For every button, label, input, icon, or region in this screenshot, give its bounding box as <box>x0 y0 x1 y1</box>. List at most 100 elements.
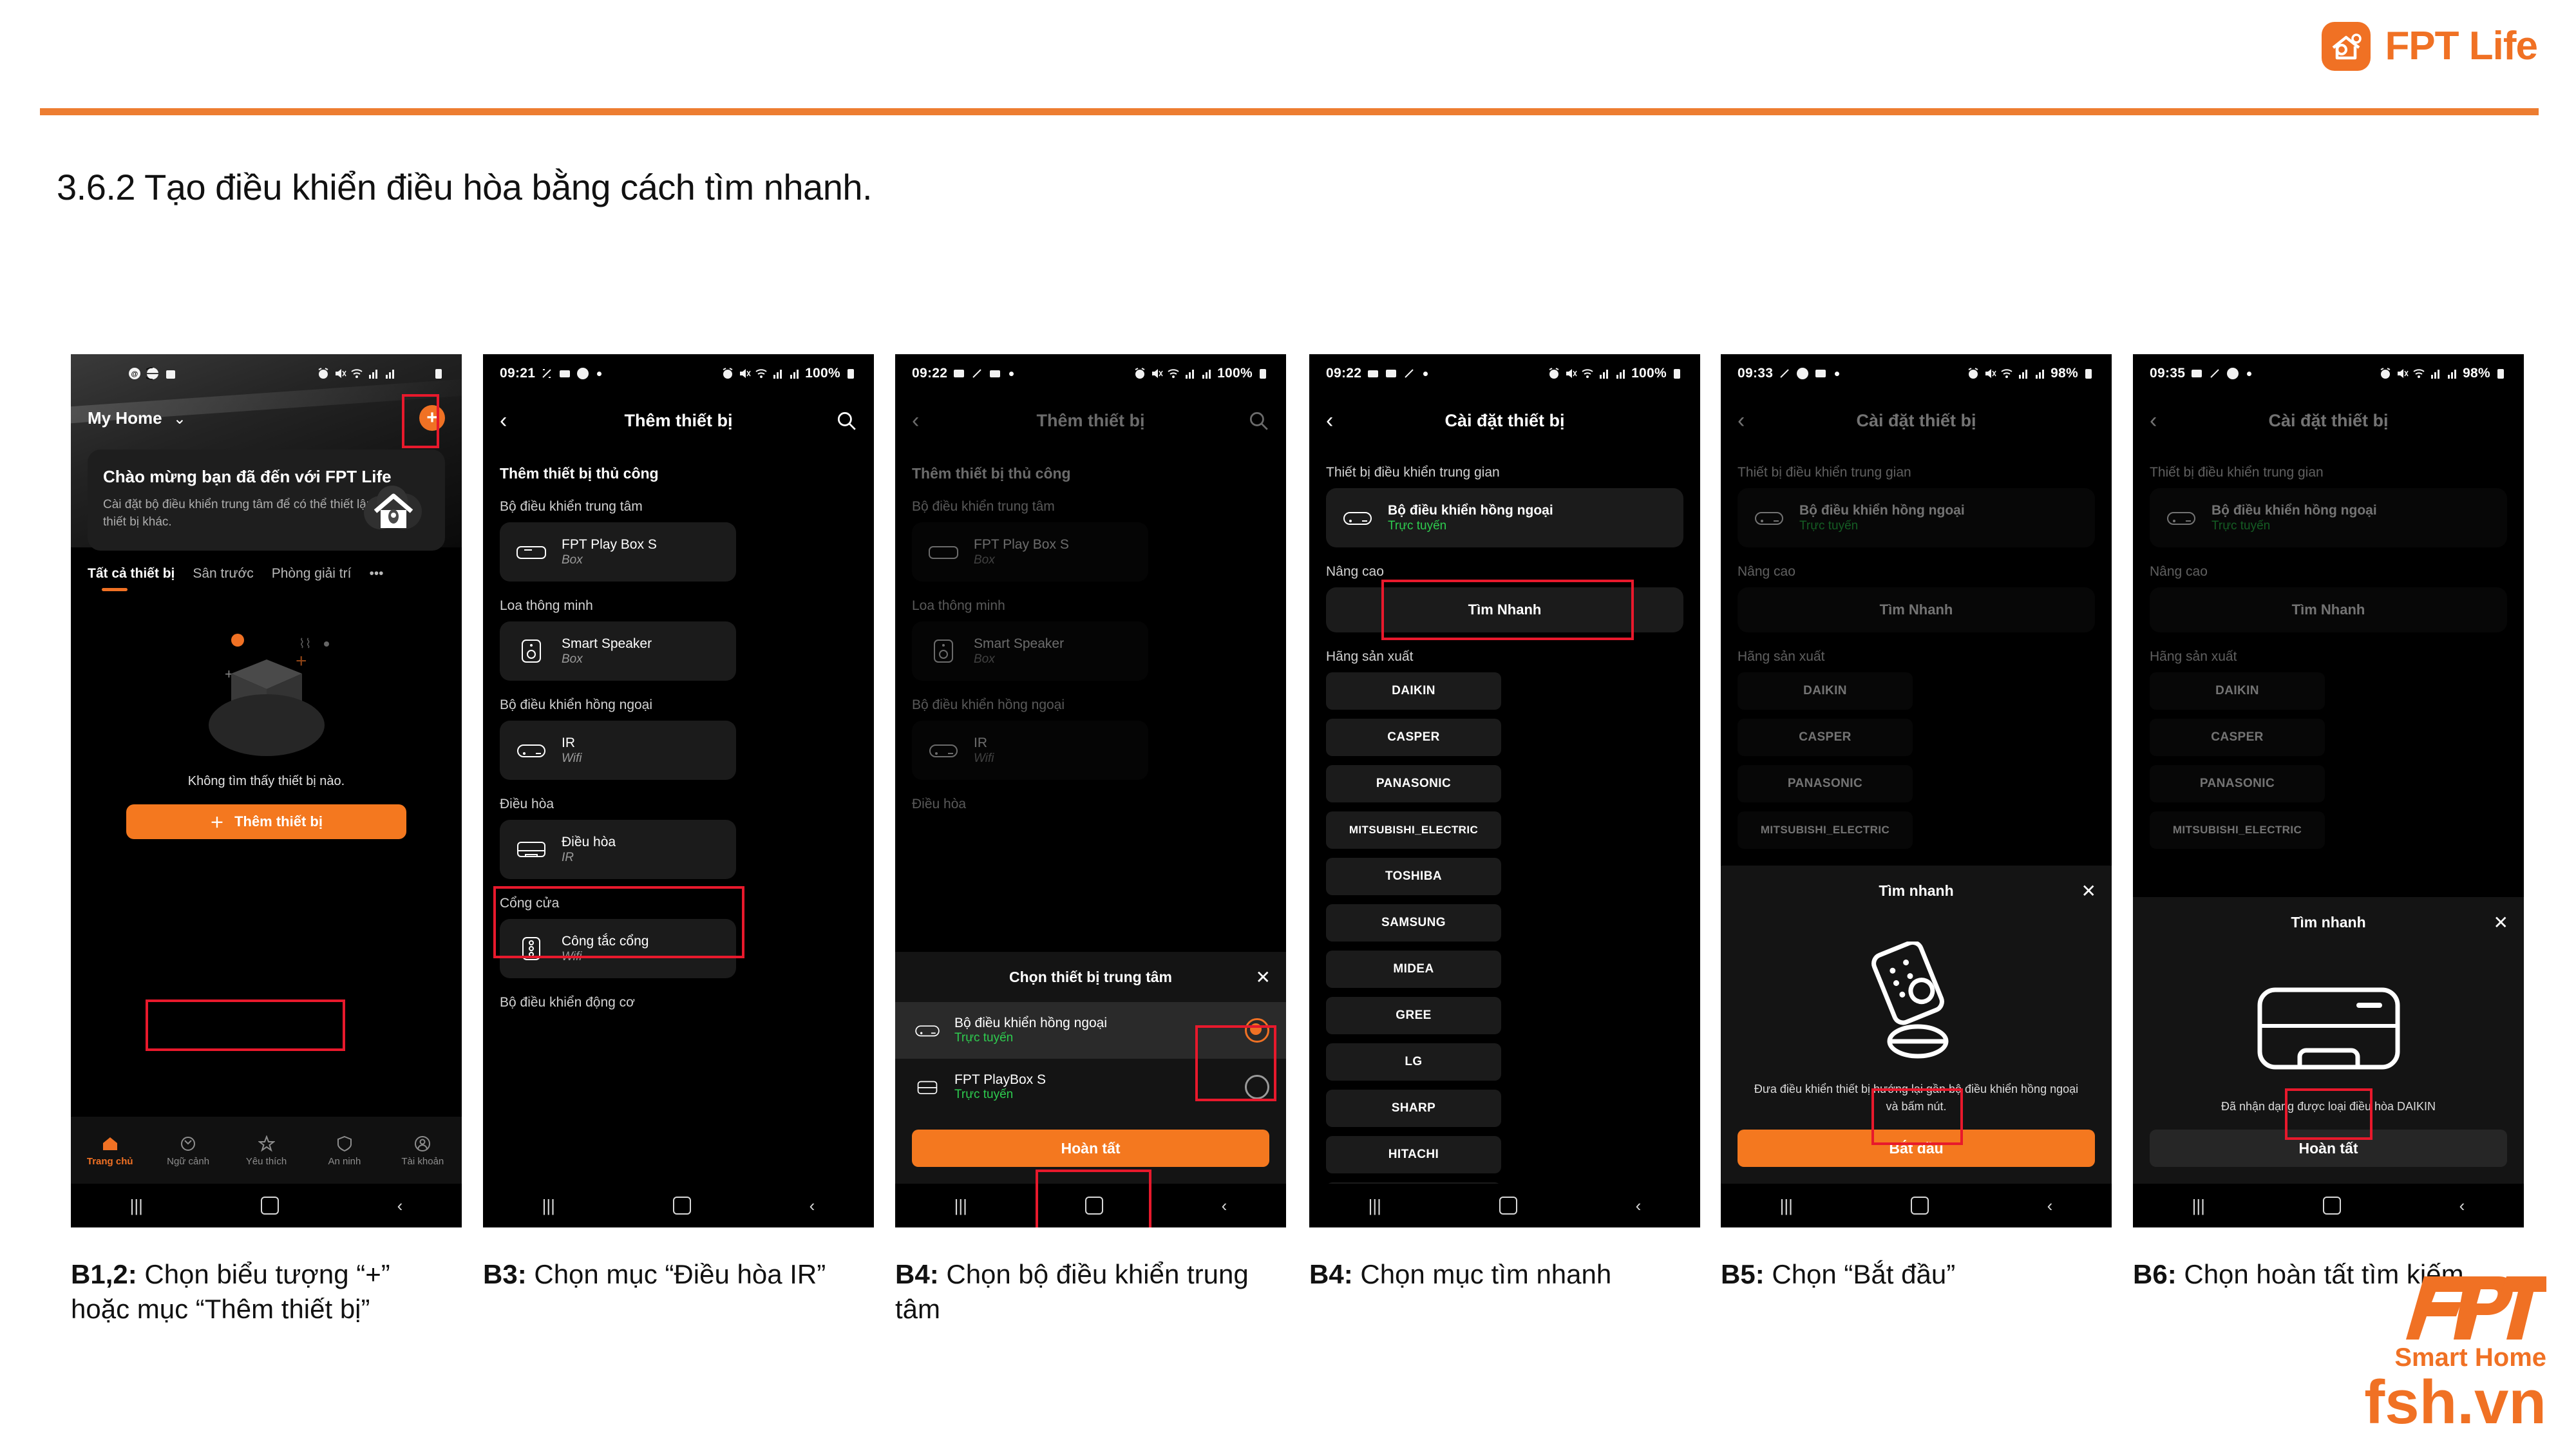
home-name-dropdown[interactable]: My Home ⌄ <box>88 408 186 428</box>
battery-icon <box>1674 369 1680 379</box>
recents-icon[interactable]: ||| <box>542 1196 555 1216</box>
home-nav-icon[interactable] <box>2323 1197 2342 1215</box>
brand-button[interactable]: CASPER <box>2150 719 2325 756</box>
quick-search-label: Tìm Nhanh <box>2291 601 2365 618</box>
brand-button[interactable]: MITSUBISHI_ELECTRIC <box>2150 811 2325 849</box>
sheet-finish-button[interactable]: Hoàn tất <box>2150 1130 2507 1167</box>
brand-button[interactable]: DAIKIN <box>1326 672 1501 710</box>
hub-row-status: Trực tuyến <box>954 1031 1014 1045</box>
close-icon[interactable]: ✕ <box>2494 912 2508 933</box>
brand-button[interactable]: PANASONIC <box>1326 765 1501 802</box>
brand-button[interactable]: MITSUBISHI_ELECTRIC <box>1326 811 1501 849</box>
caption-text: Chọn mục “Điều hòa IR” <box>526 1259 826 1289</box>
tab-home[interactable]: Trang chủ <box>71 1134 149 1167</box>
sheet-start-button[interactable]: Bắt đầu <box>1738 1130 2095 1167</box>
brand-button[interactable]: PANASONIC <box>1738 765 1913 802</box>
close-icon[interactable]: ✕ <box>2081 880 2096 902</box>
add-device-button[interactable]: ＋ Thêm thiết bị <box>126 804 406 839</box>
sheet-confirm-button[interactable]: Hoàn tất <box>912 1130 1269 1167</box>
brand-button[interactable]: CASPER <box>1738 719 1913 756</box>
quick-search-button[interactable]: Tìm Nhanh <box>1326 587 1683 632</box>
add-device-fab[interactable]: + <box>419 405 445 431</box>
recents-icon[interactable]: ||| <box>1368 1196 1381 1216</box>
room-tab-active-underline <box>102 587 128 591</box>
hub-row-playbox[interactable]: FPT PlayBox S Trực tuyến <box>895 1059 1286 1115</box>
device-card-ir[interactable]: IR Wifi <box>912 721 1148 780</box>
device-card-fpt-play-box[interactable]: FPT Play Box S Box <box>912 522 1148 582</box>
back-icon[interactable]: ‹ <box>1326 410 1348 431</box>
recents-icon[interactable]: ||| <box>2192 1196 2205 1216</box>
hub-card[interactable]: Bộ điều khiển hồng ngoại Trực tuyến <box>2150 488 2507 547</box>
back-nav-icon[interactable]: ‹ <box>1222 1196 1227 1216</box>
hub-name: Bộ điều khiển hồng ngoại <box>2211 502 2377 518</box>
home-nav-icon[interactable] <box>1085 1197 1104 1215</box>
speaker-icon <box>934 639 953 663</box>
home-nav-icon[interactable] <box>261 1197 279 1215</box>
search-icon[interactable] <box>1247 410 1269 431</box>
tab-account[interactable]: Tài khoản <box>384 1134 462 1167</box>
device-card-ir[interactable]: IR Wifi <box>500 721 736 780</box>
hub-card[interactable]: Bộ điều khiển hồng ngoại Trực tuyến <box>1326 488 1683 547</box>
brand-button[interactable]: SHARP <box>1326 1090 1501 1127</box>
brand-button[interactable]: HITACHI <box>1326 1136 1501 1173</box>
brand-button[interactable]: MIDEA <box>1326 951 1501 988</box>
battery-icon <box>848 369 854 379</box>
home-nav-icon[interactable] <box>673 1197 692 1215</box>
back-nav-icon[interactable]: ‹ <box>2047 1196 2053 1216</box>
radio-button-selected[interactable] <box>1245 1018 1269 1043</box>
hub-picker-sheet: Chọn thiết bị trung tâm ✕ Bộ điều khiển … <box>895 952 1286 1184</box>
home-nav-icon[interactable] <box>1911 1197 1929 1215</box>
back-icon[interactable]: ‹ <box>912 410 934 431</box>
brand-button[interactable]: DAIKIN <box>1738 672 1913 710</box>
brand-button[interactable]: SAMSUNG <box>1326 904 1501 942</box>
back-nav-icon[interactable]: ‹ <box>1636 1196 1642 1216</box>
home-nav-icon[interactable] <box>1499 1197 1518 1215</box>
quick-search-button[interactable]: Tìm Nhanh <box>2150 587 2507 632</box>
quick-search-button[interactable]: Tìm Nhanh <box>1738 587 2095 632</box>
recents-icon[interactable]: ||| <box>1780 1196 1793 1216</box>
battery-icon <box>435 369 442 379</box>
tab-security[interactable]: An ninh <box>305 1134 383 1167</box>
room-tab-front-yard[interactable]: Sân trước <box>193 566 253 582</box>
device-card-ac[interactable]: Điều hòa IR <box>500 820 736 879</box>
room-tabs-more[interactable]: ••• <box>369 566 383 582</box>
brand-button[interactable]: GREE <box>1326 997 1501 1034</box>
android-nav-bar: ||| ‹ <box>1721 1184 2112 1227</box>
sheet-title: Tìm nhanh <box>1879 882 1954 899</box>
brand-button[interactable]: MITSUBISHI_ELECTRIC <box>1738 811 1913 849</box>
recents-icon[interactable]: ||| <box>954 1196 967 1216</box>
device-card-smart-speaker[interactable]: Smart Speaker Box <box>912 621 1148 681</box>
back-nav-icon[interactable]: ‹ <box>397 1196 403 1216</box>
back-nav-icon[interactable]: ‹ <box>810 1196 815 1216</box>
back-icon[interactable]: ‹ <box>500 410 522 431</box>
radio-button[interactable] <box>1245 1075 1269 1099</box>
brand-button[interactable]: TOSHIBA <box>1326 858 1501 895</box>
back-icon[interactable]: ‹ <box>2150 410 2172 431</box>
brand-button[interactable]: DAIKIN <box>2150 672 2325 710</box>
android-nav-bar: ||| ‹ <box>895 1184 1286 1227</box>
room-tab-entertainment[interactable]: Phòng giải trí <box>272 566 352 582</box>
quick-search-result-sheet: Tìm nhanh ✕ Đã nhận dạng được loại điều … <box>2133 897 2524 1184</box>
back-nav-icon[interactable]: ‹ <box>2459 1196 2465 1216</box>
room-tab-all[interactable]: Tất cả thiết bị <box>88 566 175 582</box>
device-card-smart-speaker[interactable]: Smart Speaker Box <box>500 621 736 681</box>
brand-button[interactable]: CASPER <box>1326 719 1501 756</box>
tab-scenes[interactable]: Ngữ cảnh <box>149 1134 227 1167</box>
brand-button[interactable]: LG <box>1326 1043 1501 1081</box>
tab-favorites[interactable]: Yêu thích <box>227 1134 305 1167</box>
device-card-gate-switch[interactable]: Công tắc cổng Wifi <box>500 919 736 978</box>
empty-state-text: Không tìm thấy thiết bị nào. <box>187 773 345 788</box>
device-card-fpt-play-box[interactable]: FPT Play Box S Box <box>500 522 736 582</box>
recents-icon[interactable]: ||| <box>130 1196 143 1216</box>
hub-card[interactable]: Bộ điều khiển hồng ngoại Trực tuyến <box>1738 488 2095 547</box>
status-bar: 09:33 98% <box>1721 354 2112 393</box>
hub-row-ir[interactable]: Bộ điều khiển hồng ngoại Trực tuyến <box>895 1002 1286 1059</box>
back-icon[interactable]: ‹ <box>1738 410 1759 431</box>
label-brands: Hãng sản xuất <box>1738 649 1825 664</box>
brand-button[interactable]: PANASONIC <box>2150 765 2325 802</box>
search-icon[interactable] <box>835 410 857 431</box>
close-icon[interactable]: ✕ <box>1256 967 1271 988</box>
globe-icon <box>1797 368 1809 379</box>
mute-icon <box>1566 369 1577 378</box>
sync-icon <box>1780 369 1789 378</box>
